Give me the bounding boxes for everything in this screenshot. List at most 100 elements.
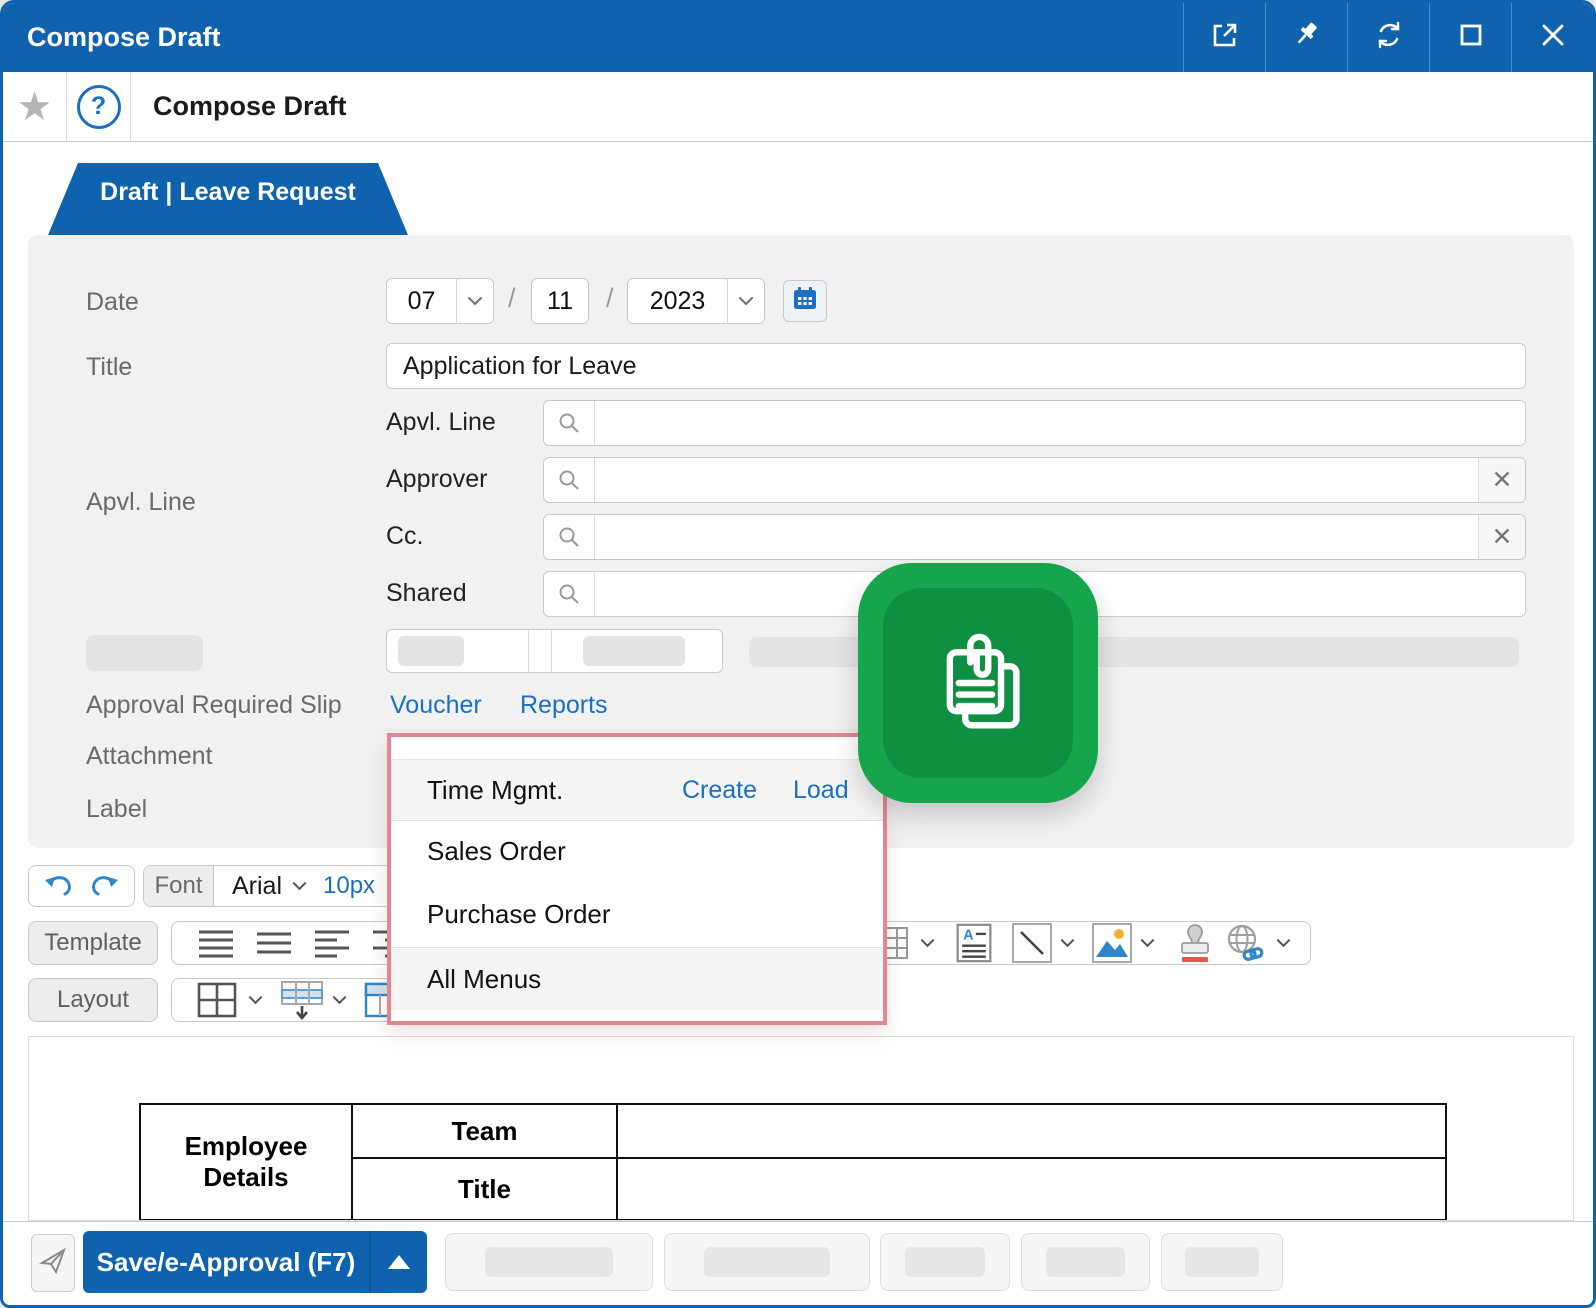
- close-button[interactable]: [1511, 3, 1593, 72]
- title-label: Title: [86, 353, 132, 382]
- chevron-down-icon[interactable]: [332, 995, 347, 1005]
- clear-icon: ✕: [1492, 522, 1513, 552]
- font-group: Font Arial 10px: [143, 865, 393, 907]
- grid-layout-icon[interactable]: [197, 982, 237, 1018]
- calendar-button[interactable]: [783, 280, 827, 322]
- star-icon: ★: [17, 87, 53, 127]
- font-family-value[interactable]: Arial: [232, 872, 282, 901]
- undo-button[interactable]: [44, 873, 74, 899]
- voucher-link[interactable]: Voucher: [390, 691, 482, 720]
- hyperlink-globe-icon[interactable]: [1222, 922, 1266, 964]
- tab-draft-leave-request[interactable]: Draft | Leave Request: [48, 163, 408, 235]
- divider: [551, 630, 552, 672]
- align-left-icon[interactable]: [312, 928, 352, 958]
- menu-item-sales-order[interactable]: Sales Order: [391, 821, 883, 881]
- chevron-down-icon[interactable]: [1060, 938, 1075, 948]
- font-size-value[interactable]: 10px: [323, 872, 375, 900]
- date-month-value: 07: [387, 287, 456, 316]
- menu-spacer: [391, 737, 883, 759]
- window-title: Compose Draft: [3, 22, 1183, 53]
- align-justify-icon[interactable]: [196, 928, 236, 958]
- stamp-icon[interactable]: [1176, 922, 1214, 964]
- create-link[interactable]: Create: [682, 776, 757, 805]
- skeleton-footer-button: [445, 1233, 653, 1291]
- insert-row-below-icon[interactable]: [280, 980, 324, 1020]
- chevron-down-icon: [456, 279, 493, 323]
- leave-request-app-icon: [858, 563, 1098, 803]
- save-e-approval-button[interactable]: Save/e-Approval (F7): [83, 1231, 427, 1293]
- cc-row-label: Cc.: [386, 522, 424, 551]
- send-button[interactable]: [31, 1234, 75, 1292]
- date-year-value: 2023: [628, 287, 727, 316]
- chevron-down-icon[interactable]: [1276, 938, 1291, 948]
- date-separator: /: [606, 283, 614, 314]
- attachment-label: Attachment: [86, 742, 212, 771]
- favorite-button[interactable]: ★: [3, 72, 67, 141]
- maximize-icon: [1457, 21, 1485, 54]
- load-link[interactable]: Load: [793, 776, 849, 805]
- search-icon[interactable]: [544, 515, 595, 559]
- help-button[interactable]: ?: [67, 72, 131, 141]
- paperclip-notes-icon: [914, 619, 1042, 747]
- chevron-down-icon[interactable]: [920, 938, 935, 948]
- open-new-window-button[interactable]: [1183, 3, 1265, 72]
- close-icon: [1538, 20, 1568, 55]
- line-shape-icon[interactable]: [1012, 923, 1052, 963]
- table-cell-title-value[interactable]: [617, 1158, 1446, 1220]
- image-icon[interactable]: [1092, 923, 1132, 963]
- skeleton-pill: [583, 636, 685, 666]
- chevron-down-icon[interactable]: [1140, 938, 1155, 948]
- skeleton-field: [386, 629, 723, 673]
- table-cell-employee-details[interactable]: Employee Details: [140, 1104, 352, 1220]
- undo-redo-group: [28, 865, 135, 907]
- apvl-line-search-field: [543, 400, 1526, 446]
- layout-button[interactable]: Layout: [28, 978, 158, 1022]
- reports-link[interactable]: Reports: [520, 691, 608, 720]
- chevron-down-icon: [727, 279, 764, 323]
- date-day-value: 11: [547, 287, 573, 316]
- redo-button[interactable]: [89, 873, 119, 899]
- search-icon[interactable]: [544, 572, 595, 616]
- document-editor-canvas[interactable]: Employee Details Team Title: [28, 1036, 1574, 1221]
- pin-button[interactable]: [1265, 3, 1347, 72]
- date-year-select[interactable]: 2023: [627, 278, 765, 324]
- menu-item-purchase-order[interactable]: Purchase Order: [391, 881, 883, 948]
- maximize-button[interactable]: [1429, 3, 1511, 72]
- paper-plane-icon: [39, 1247, 67, 1280]
- cc-input[interactable]: [595, 515, 1478, 559]
- refresh-button[interactable]: [1347, 3, 1429, 72]
- window-titlebar: Compose Draft: [3, 3, 1593, 72]
- save-button-label: Save/e-Approval (F7): [83, 1247, 369, 1278]
- date-month-select[interactable]: 07: [386, 278, 494, 324]
- table-cell-team-value[interactable]: [617, 1104, 1446, 1158]
- search-icon[interactable]: [544, 458, 595, 502]
- menu-item-all-menus[interactable]: All Menus: [391, 948, 883, 1010]
- refresh-icon: [1374, 20, 1404, 55]
- menu-item-label: Sales Order: [427, 836, 566, 867]
- calendar-icon: [792, 286, 818, 317]
- line-spacing-icon[interactable]: [254, 928, 294, 958]
- divider: [528, 630, 529, 672]
- compose-draft-window: Compose Draft: [0, 0, 1596, 1308]
- menu-item-time-mgmt[interactable]: Time Mgmt. Create Load: [391, 759, 883, 821]
- search-icon[interactable]: [544, 401, 595, 445]
- date-day-field[interactable]: 11: [531, 278, 589, 324]
- template-button[interactable]: Template: [28, 921, 158, 965]
- save-options-toggle[interactable]: [369, 1231, 427, 1293]
- skeleton-pill: [398, 636, 464, 666]
- table-cell-team[interactable]: Team: [352, 1104, 617, 1158]
- apvl-line-row-label: Apvl. Line: [386, 408, 496, 437]
- clear-cc-button[interactable]: ✕: [1478, 515, 1525, 559]
- text-box-icon[interactable]: A: [954, 923, 994, 963]
- cc-search-field: ✕: [543, 514, 1526, 560]
- page-title: Compose Draft: [153, 91, 347, 122]
- triangle-up-icon: [388, 1255, 410, 1269]
- chevron-down-icon[interactable]: [292, 881, 307, 891]
- title-input[interactable]: [386, 343, 1526, 389]
- clear-approver-button[interactable]: ✕: [1478, 458, 1525, 502]
- chevron-down-icon[interactable]: [248, 995, 263, 1005]
- table-cell-title[interactable]: Title: [352, 1158, 617, 1220]
- approver-input[interactable]: [595, 458, 1478, 502]
- skeleton-footer-button: [1021, 1233, 1150, 1291]
- apvl-line-input[interactable]: [595, 401, 1525, 445]
